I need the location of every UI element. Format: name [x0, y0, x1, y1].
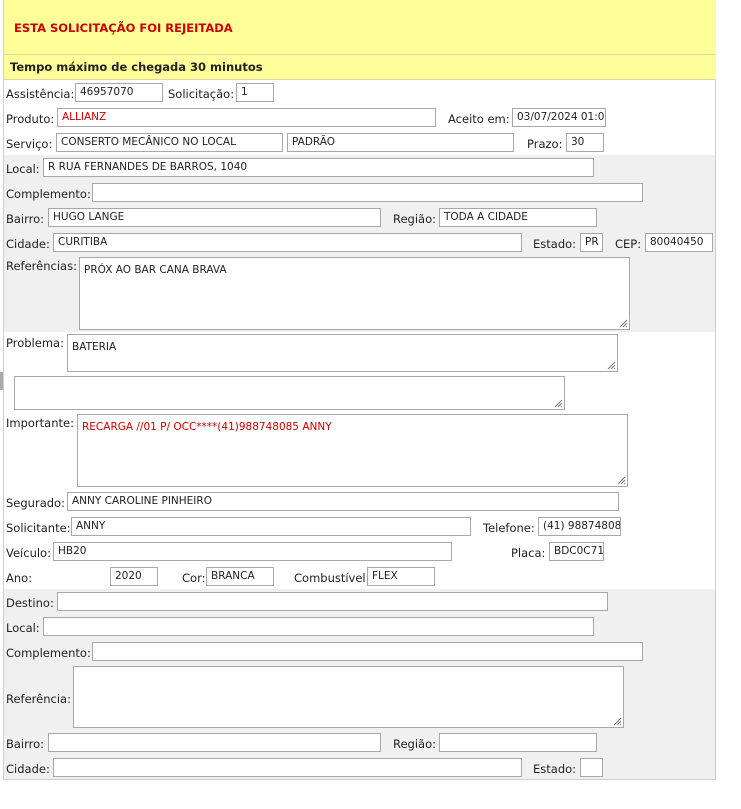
- bairro-label: Bairro:: [6, 212, 45, 226]
- problema-textarea[interactable]: BATERIA: [67, 334, 618, 372]
- local-field[interactable]: R RUA FERNANDES DE BARROS, 1040: [43, 158, 594, 177]
- referencias-textarea[interactable]: PRÓX AO BAR CANA BRAVA: [79, 257, 630, 330]
- prazo-label: Prazo:: [527, 137, 563, 151]
- resize-grip-icon[interactable]: [617, 476, 626, 485]
- importante-label: Importante:: [6, 416, 74, 430]
- destino-regiao-label: Região:: [393, 737, 437, 751]
- ano-label: Ano:: [6, 571, 33, 585]
- destino-local-label: Local:: [6, 621, 40, 635]
- destino-cidade-field[interactable]: [53, 758, 522, 777]
- destino-referencia-textarea[interactable]: [73, 666, 624, 728]
- produto-field[interactable]: ALLIANZ: [57, 108, 436, 127]
- local-label: Local:: [6, 162, 40, 176]
- aceito-field[interactable]: 03/07/2024 01:03: [512, 108, 606, 127]
- cor-label: Cor:: [182, 571, 206, 585]
- assistencia-label: Assistência:: [6, 87, 75, 101]
- problema-text: BATERIA: [72, 341, 117, 353]
- importante-textarea[interactable]: RECARGA //01 P/ OCC****(41)988748085 ANN…: [77, 414, 628, 487]
- destino-bairro-label: Bairro:: [6, 737, 45, 751]
- arrival-banner: Tempo máximo de chegada 30 minutos: [4, 55, 716, 80]
- estado-label: Estado:: [533, 237, 577, 251]
- veiculo-label: Veículo:: [6, 546, 51, 560]
- regiao-label: Região:: [393, 212, 437, 226]
- cep-field[interactable]: 80040450: [645, 233, 713, 252]
- extra-textarea[interactable]: [14, 376, 565, 410]
- combustivel-label: Combustível:: [294, 571, 370, 585]
- prazo-field[interactable]: 30: [566, 133, 604, 152]
- telefone-label: Telefone:: [483, 521, 535, 535]
- arrival-time-text: Tempo máximo de chegada 30 minutos: [10, 60, 263, 74]
- bairro-field[interactable]: HUGO LANGE: [48, 208, 381, 227]
- aceito-label: Aceito em:: [448, 112, 510, 126]
- complemento-label: Complemento:: [6, 187, 91, 201]
- placa-field[interactable]: BDC0C71: [549, 542, 604, 561]
- segurado-label: Segurado:: [6, 496, 65, 510]
- destino-estado-field[interactable]: [580, 758, 603, 777]
- left-edge-marker: [0, 372, 3, 390]
- combustivel-field[interactable]: FLEX: [367, 567, 435, 586]
- referencias-text: PRÓX AO BAR CANA BRAVA: [84, 264, 227, 276]
- cor-field[interactable]: BRANCA: [206, 567, 274, 586]
- destino-field[interactable]: [57, 592, 608, 611]
- destino-cidade-label: Cidade:: [6, 762, 50, 776]
- referencias-label: Referências:: [6, 259, 77, 273]
- destino-estado-label: Estado:: [533, 762, 577, 776]
- resize-grip-icon[interactable]: [613, 717, 622, 726]
- solicitante-label: Solicitante:: [6, 521, 71, 535]
- regiao-field[interactable]: TODA A CIDADE: [439, 208, 597, 227]
- destino-label: Destino:: [6, 596, 54, 610]
- solicitante-field[interactable]: ANNY: [71, 517, 471, 536]
- destino-regiao-field[interactable]: [439, 733, 597, 752]
- complemento-field[interactable]: [92, 183, 643, 202]
- destino-complemento-field[interactable]: [92, 642, 643, 661]
- cidade-label: Cidade:: [6, 237, 50, 251]
- destino-local-field[interactable]: [43, 617, 594, 636]
- destino-referencia-label: Referência:: [6, 692, 71, 706]
- assistencia-field[interactable]: 46957070: [75, 83, 163, 102]
- servico-tipo-field[interactable]: PADRÃO: [287, 133, 514, 152]
- estado-field[interactable]: PR: [580, 233, 603, 252]
- veiculo-field[interactable]: HB20: [53, 542, 452, 561]
- servico-label: Serviço:: [6, 137, 53, 151]
- resize-grip-icon[interactable]: [619, 319, 628, 328]
- resize-grip-icon[interactable]: [554, 399, 563, 408]
- produto-label: Produto:: [6, 112, 55, 126]
- destino-bairro-field[interactable]: [48, 733, 381, 752]
- resize-grip-icon[interactable]: [607, 361, 616, 370]
- problema-label: Problema:: [6, 336, 64, 350]
- ano-field[interactable]: 2020: [110, 567, 158, 586]
- importante-text: RECARGA //01 P/ OCC****(41)988748085 ANN…: [82, 421, 332, 433]
- cidade-field[interactable]: CURITIBA: [53, 233, 522, 252]
- rejection-title: ESTA SOLICITAÇÃO FOI REJEITADA: [14, 21, 233, 35]
- rejection-banner: ESTA SOLICITAÇÃO FOI REJEITADA: [4, 0, 716, 55]
- solicitacao-label: Solicitação:: [168, 87, 235, 101]
- servico-field[interactable]: CONSERTO MECÂNICO NO LOCAL: [56, 133, 283, 152]
- telefone-field[interactable]: (41) 988748085: [538, 517, 621, 536]
- segurado-field[interactable]: ANNY CAROLINE PINHEIRO: [67, 492, 619, 511]
- placa-label: Placa:: [511, 546, 546, 560]
- cep-label: CEP:: [615, 237, 642, 251]
- destino-complemento-label: Complemento:: [6, 646, 91, 660]
- solicitacao-field[interactable]: 1: [236, 83, 274, 102]
